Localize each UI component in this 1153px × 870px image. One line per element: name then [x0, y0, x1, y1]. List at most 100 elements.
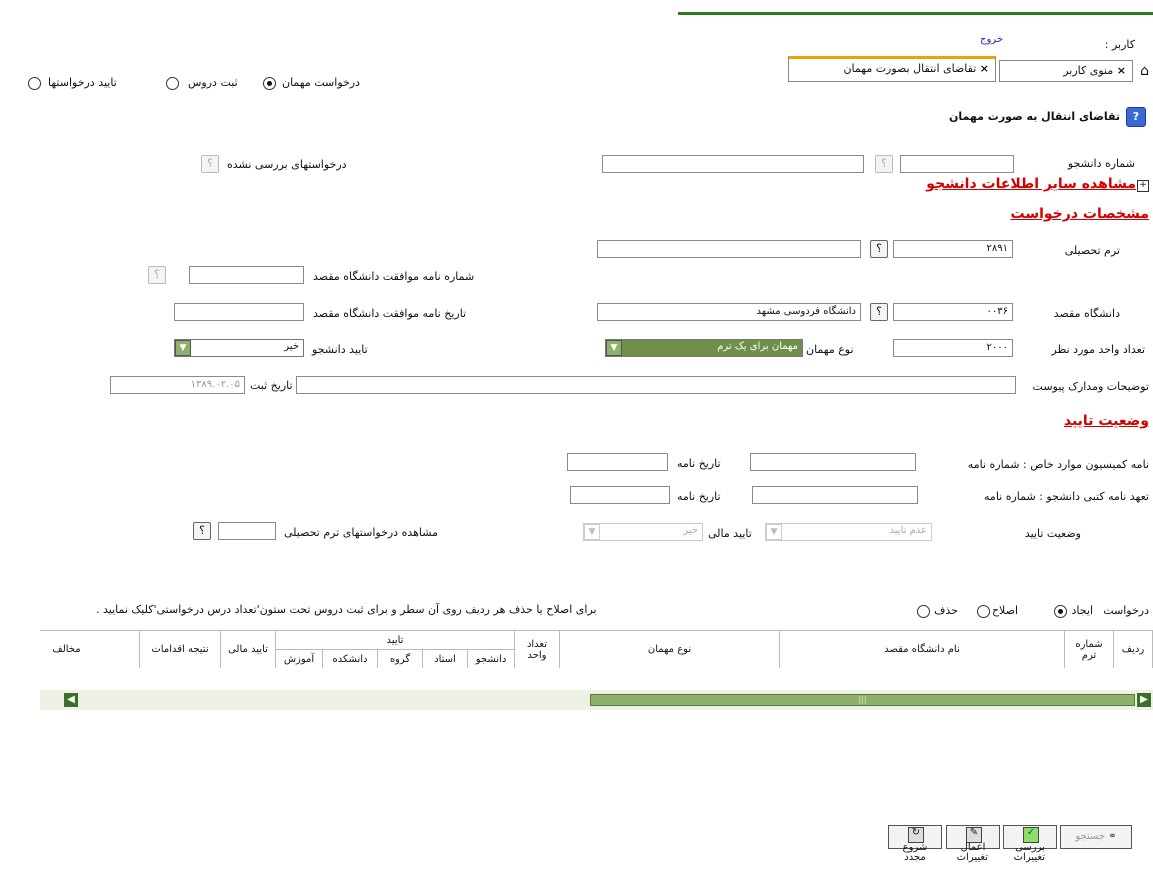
restart-button[interactable]: ↻ شروع مجدد — [888, 825, 942, 863]
pledge-letter-date-input[interactable] — [570, 486, 670, 504]
term-name-field — [597, 240, 861, 258]
scrollbar-thumb[interactable]: ||| — [590, 694, 1135, 706]
radio-delete[interactable] — [917, 605, 930, 618]
agree-letter-date-label: تاریخ نامه موافقت دانشگاه مقصد — [313, 307, 467, 320]
radio-confirm-requests[interactable] — [28, 77, 41, 90]
col-sub-student: دانشجو — [467, 649, 515, 668]
pencil-icon: ✎ — [966, 827, 982, 843]
agree-letter-no-input[interactable] — [189, 266, 304, 284]
table-horizontal-scrollbar[interactable]: ◀ ||| ▶ — [40, 690, 1153, 710]
chevron-down-icon: ▼ — [584, 524, 600, 540]
radio-register-courses[interactable] — [166, 77, 179, 90]
pledge-letter-no-input[interactable] — [752, 486, 918, 504]
search-button[interactable]: ⚭ جستجو — [1060, 825, 1132, 849]
close-icon[interactable]: × — [980, 62, 989, 75]
home-icon[interactable]: ⌂ — [1140, 63, 1149, 79]
logout-link[interactable]: خروج — [980, 34, 1003, 45]
units-label: تعداد واحد مورد نظر — [1051, 343, 1145, 356]
radio-guest-request[interactable] — [263, 77, 276, 90]
col-approval: تایید — [275, 630, 515, 650]
term-lookup-button[interactable]: ؟ — [870, 240, 888, 258]
page-title: تقاضای انتقال به صورت مهمان — [949, 110, 1120, 123]
agree-letter-lookup-button[interactable]: ؟ — [148, 266, 166, 284]
financial-approval-label: تایید مالی — [708, 527, 752, 540]
student-name-field — [602, 155, 864, 173]
approval-section-title: وضعیت تایید — [1063, 413, 1149, 429]
financial-approval-select: ▼ خیر — [583, 523, 703, 541]
unreviewed-requests-button[interactable]: ؟ — [201, 155, 219, 173]
attachments-label: توضیحات ومدارک پیوست — [1032, 380, 1149, 393]
refresh-icon: ↻ — [908, 827, 924, 843]
expand-icon[interactable]: + — [1137, 180, 1149, 192]
dest-univ-code-input[interactable]: ۰۰۳۶ — [893, 303, 1013, 321]
commission-letter-date-input[interactable] — [567, 453, 668, 471]
col-units: تعداد واحد — [514, 630, 560, 668]
radio-edit[interactable] — [977, 605, 990, 618]
tab-user-menu[interactable]: × منوی کاربر — [999, 60, 1133, 82]
view-term-requests-label: مشاهده درخواستهای ترم تحصیلی — [284, 526, 438, 539]
col-sub-faculty: دانشکده — [322, 649, 378, 668]
student-confirm-select[interactable]: ▼ خیر — [174, 339, 304, 357]
pledge-letter-date-label: تاریخ نامه — [677, 490, 721, 503]
scroll-left-arrow[interactable]: ◀ — [64, 693, 78, 707]
scroll-right-arrow[interactable]: ▶ — [1137, 693, 1151, 707]
radio-label-delete: حذف — [934, 604, 958, 617]
col-row: ردیف — [1113, 630, 1153, 668]
approval-status-select: ▼ عدم تایید — [765, 523, 932, 541]
dest-univ-label: دانشگاه مقصد — [1053, 307, 1120, 320]
user-label: کاربر : — [1104, 38, 1135, 51]
guest-type-select[interactable]: ▼ مهمان برای یک ترم — [605, 339, 803, 357]
dest-univ-lookup-button[interactable]: ؟ — [870, 303, 888, 321]
tab-guest-transfer[interactable]: × تقاضای انتقال بصورت مهمان — [788, 56, 996, 82]
top-accent-line — [678, 12, 1153, 15]
student-no-lookup-button[interactable]: ؟ — [875, 155, 893, 173]
student-no-input[interactable] — [900, 155, 1014, 173]
radio-label-edit: اصلاح — [991, 604, 1018, 617]
commission-letter-date-label: تاریخ نامه — [677, 457, 721, 470]
commission-letter-no-input[interactable] — [750, 453, 916, 471]
student-confirm-label: تایید دانشجو — [312, 343, 368, 356]
requests-table: ردیف شماره ترم نام دانشگاه مقصد نوع مهما… — [40, 630, 1153, 668]
col-sub-professor: استاد — [422, 649, 468, 668]
student-no-label: شماره دانشجو — [1067, 157, 1135, 170]
grid-hint: برای اصلاح یا حذف هر ردیف روی آن سطر و ب… — [96, 603, 597, 616]
units-input[interactable]: ۲۰۰۰ — [893, 339, 1013, 357]
dest-univ-name-field: دانشگاه فردوسی مشهد — [597, 303, 861, 321]
approval-status-label: وضعیت تایید — [1024, 527, 1081, 540]
help-icon[interactable]: ? — [1126, 107, 1146, 127]
radio-label-guest-request: درخواست مهمان — [282, 76, 361, 89]
view-term-requests-input[interactable] — [218, 522, 276, 540]
agree-letter-no-label: شماره نامه موافقت دانشگاه مقصد — [313, 270, 475, 283]
reg-date-label: تاریخ ثبت — [250, 379, 293, 392]
grid-request-label: درخواست — [1103, 604, 1149, 617]
attachments-input[interactable] — [296, 376, 1016, 394]
tab-user-menu-label: منوی کاربر — [1063, 64, 1114, 77]
request-section-title: مشخصات درخواست — [1010, 206, 1150, 222]
col-sub-education: آموزش — [275, 649, 323, 668]
commission-letter-label: نامه کمیسیون موارد خاص : شماره نامه — [967, 458, 1149, 471]
guest-type-label: نوع مهمان — [806, 343, 854, 356]
more-student-info-link[interactable]: مشاهده سایر اطلاعات دانشجو — [926, 176, 1136, 192]
col-sub-group: گروه — [377, 649, 423, 668]
term-label: ترم تحصیلی — [1064, 244, 1120, 257]
col-univ: نام دانشگاه مقصد — [779, 630, 1065, 668]
radio-label-confirm-requests: تایید درخواستها — [48, 76, 117, 89]
radio-create[interactable] — [1054, 605, 1067, 618]
apply-changes-button[interactable]: ✎ اعمال تغییرات — [946, 825, 1000, 863]
chevron-down-icon[interactable]: ▼ — [175, 340, 191, 356]
binoculars-icon: ⚭ — [1108, 831, 1117, 842]
agree-letter-date-input[interactable] — [174, 303, 304, 321]
radio-label-register-courses: ثبت دروس — [188, 76, 238, 89]
tab-guest-transfer-label: تقاضای انتقال بصورت مهمان — [843, 62, 977, 75]
chevron-down-icon[interactable]: ▼ — [606, 340, 622, 356]
chevron-down-icon: ▼ — [766, 524, 782, 540]
close-icon[interactable]: × — [1117, 64, 1126, 77]
view-term-requests-button[interactable]: ؟ — [193, 522, 211, 540]
review-changes-button[interactable]: ✓ بررسی تغییرات — [1003, 825, 1057, 863]
reg-date-field: ۱۳۸۹.۰۲.۰۵ — [110, 376, 245, 394]
col-financial: تایید مالی — [220, 630, 276, 668]
checkmark-icon: ✓ — [1023, 827, 1039, 843]
col-guest-type: نوع مهمان — [559, 630, 780, 668]
col-term: شماره ترم — [1064, 630, 1114, 668]
term-input[interactable]: ۲۸۹۱ — [893, 240, 1013, 258]
